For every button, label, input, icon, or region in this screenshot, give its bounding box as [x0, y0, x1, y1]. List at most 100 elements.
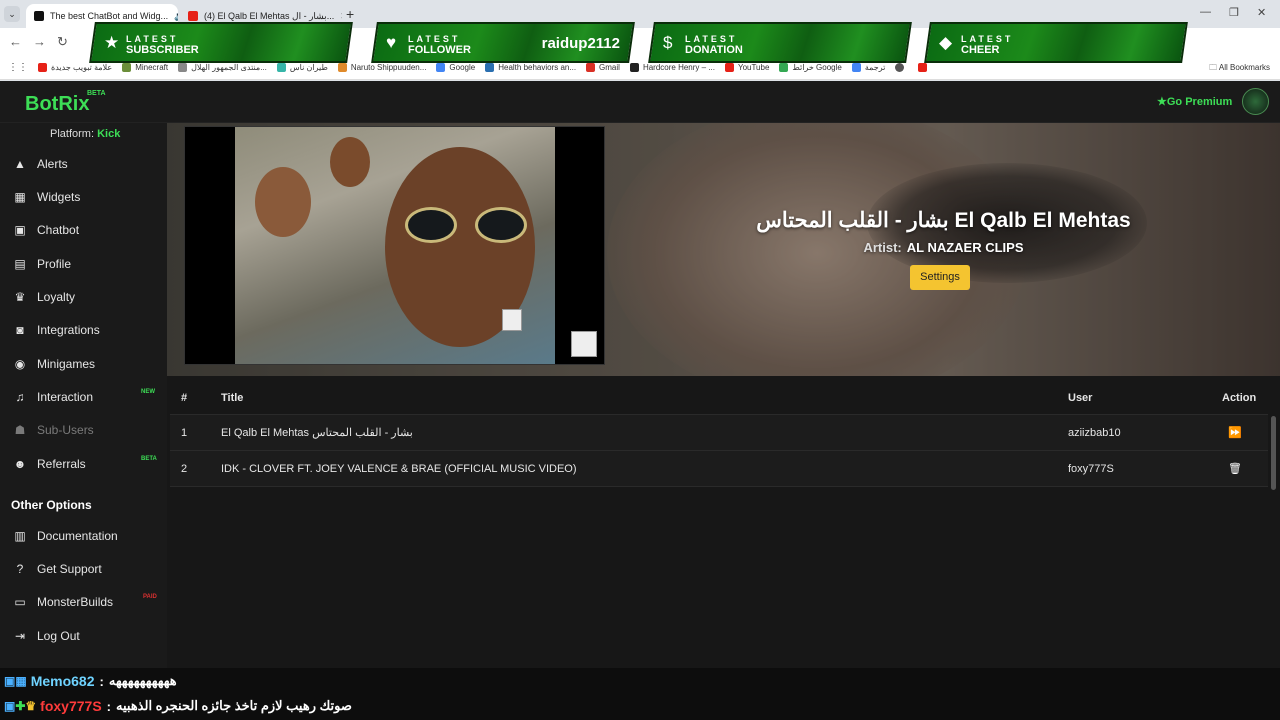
- bookmark-item[interactable]: Hardcore Henry – ...: [629, 63, 715, 72]
- platform-value: Kick: [97, 128, 121, 140]
- song-title: بشار - القلب المحتاس El Qalb El Mehtas: [756, 209, 1131, 232]
- sidebar-item-profile[interactable]: ▤ Profile: [0, 249, 167, 279]
- chat-separator: :: [106, 698, 111, 714]
- botrix-logo[interactable]: BotRix: [25, 93, 89, 116]
- bookmark-item[interactable]: طيران ناس: [276, 63, 328, 72]
- speaker-icon: 🔈: [174, 11, 178, 22]
- alert-label: LATEST: [685, 34, 738, 44]
- sunglasses: [405, 207, 535, 243]
- sidebar-item-widgets[interactable]: ▦ Widgets: [0, 182, 167, 212]
- youtube-favicon-icon: [38, 63, 47, 72]
- bookmark-item[interactable]: علامة تبويب جديدة: [38, 63, 112, 72]
- all-bookmarks[interactable]: 🗀 All Bookmarks: [1209, 62, 1270, 76]
- sidebar-item-get-support[interactable]: ? Get Support: [0, 554, 167, 584]
- close-window-icon[interactable]: ✕: [1257, 6, 1266, 19]
- health-favicon-icon: [485, 63, 495, 72]
- sidebar: Platform: Kick ▲ Alerts ▦ Widgets ▣ Chatbot…: [0, 123, 167, 668]
- minimize-icon[interactable]: —: [1200, 6, 1211, 18]
- go-premium-button[interactable]: ★Go Premium: [1157, 95, 1232, 108]
- sidebar-item-alerts[interactable]: ▲ Alerts: [0, 149, 167, 179]
- bookmark-item[interactable]: YouTube: [724, 63, 769, 72]
- sunglasses-lens: [405, 207, 457, 243]
- alert-label: LATEST: [126, 34, 179, 44]
- trophy-icon: ♛: [14, 290, 26, 304]
- skip-forward-icon[interactable]: ⏩: [1228, 415, 1242, 451]
- movie-favicon-icon: [629, 63, 639, 72]
- minecraft-favicon-icon: [122, 63, 132, 72]
- chat-badge-icon: ▣▦: [4, 674, 27, 688]
- youtube-favicon-icon: [724, 63, 734, 72]
- close-icon[interactable]: ✕: [340, 11, 342, 22]
- sidebar-item-referrals[interactable]: ☻ Referrals: [0, 449, 167, 479]
- sidebar-item-integrations[interactable]: ◙ Integrations: [0, 315, 167, 345]
- sidebar-item-minigames[interactable]: ◉ Minigames: [0, 349, 167, 379]
- user-avatar[interactable]: [1242, 88, 1269, 115]
- reload-icon[interactable]: ↻: [57, 34, 68, 50]
- sidebar-item-sub-users[interactable]: ☗ Sub-Users: [0, 415, 167, 445]
- forward-icon[interactable]: →: [33, 34, 46, 49]
- sidebar-item-monsterbuilds[interactable]: ▭ MonsterBuilds: [0, 587, 167, 617]
- grid-icon: ▦: [14, 190, 26, 204]
- restore-icon[interactable]: ❐: [1229, 6, 1239, 19]
- tab-search-icon[interactable]: ⌄: [4, 6, 20, 22]
- trash-icon[interactable]: 🗑: [1228, 451, 1242, 487]
- video-player[interactable]: [184, 126, 605, 365]
- sidebar-item-interaction[interactable]: ♫ Interaction: [0, 382, 167, 412]
- sidebar-item-chatbot[interactable]: ▣ Chatbot: [0, 215, 167, 245]
- laptop-icon: ▭: [14, 595, 26, 609]
- bookmark-item[interactable]: Google: [436, 63, 475, 72]
- video-person: [255, 167, 311, 237]
- bookmark-item[interactable]: Minecraft: [122, 63, 168, 72]
- naruto-favicon-icon: [337, 63, 347, 72]
- back-icon[interactable]: ←: [9, 34, 22, 49]
- video-person: [330, 137, 370, 187]
- beta-badge: BETA: [87, 90, 106, 97]
- bookmark-item[interactable]: ترجمة: [851, 63, 885, 72]
- chat-message: ▣✚♛ foxy777S : صوتك رهيب لازم تاخذ جائزه…: [4, 694, 352, 718]
- bookmark-item[interactable]: Naruto Shippuuden...: [337, 63, 426, 72]
- chat-text: ههههههههههه: [108, 673, 177, 688]
- latest-follower-alert: ♥ LATEST FOLLOWER raidup2112: [371, 22, 635, 63]
- google-favicon-icon: [436, 63, 446, 72]
- sidebar-item-loyalty[interactable]: ♛ Loyalty: [0, 282, 167, 312]
- gmail-favicon-icon: [586, 63, 596, 72]
- alert-type: DONATION: [685, 44, 743, 56]
- flynas-favicon-icon: [276, 63, 286, 72]
- document-icon: ▥: [14, 529, 26, 543]
- bookmark-item[interactable]: منتدى الجمهور الهلال...: [178, 63, 267, 72]
- new-tab-icon[interactable]: +: [346, 6, 354, 22]
- stream-chat-overlay: ▣▦ Memo682 : ههههههههههه ▣✚♛ foxy777S : …: [0, 668, 1280, 720]
- star-icon: ★: [1157, 96, 1167, 108]
- heart-icon: ♥: [386, 33, 397, 52]
- alert-type: FOLLOWER: [408, 44, 471, 56]
- latest-subscriber-alert: ★ LATEST SUBSCRIBER: [89, 22, 353, 63]
- tab-title: The best ChatBot and Widg...: [50, 11, 169, 21]
- bookmark-item[interactable]: [895, 63, 908, 72]
- id-card-icon: ▤: [14, 257, 26, 271]
- row-number: 2: [181, 463, 188, 475]
- dollar-icon: $: [663, 33, 673, 52]
- users-icon: ☗: [14, 423, 26, 437]
- bookmark-item[interactable]: خرائط Google: [779, 63, 842, 72]
- sidebar-item-documentation[interactable]: ▥ Documentation: [0, 521, 167, 551]
- latest-donation-alert: $ LATEST DONATION: [648, 22, 912, 63]
- channel-logo-icon: [571, 331, 597, 357]
- queue-scrollbar[interactable]: [1271, 416, 1276, 490]
- music-icon: ♫: [15, 390, 25, 404]
- youtube-favicon-icon: [918, 63, 928, 72]
- botrix-app: BotRix BETA ★Go Premium Platform: Kick ▲…: [0, 81, 1280, 720]
- bookmark-item[interactable]: Health behaviors an...: [485, 63, 576, 72]
- sidebar-item-log-out[interactable]: ⇥ Log Out: [0, 621, 167, 651]
- column-header: Title: [221, 392, 244, 404]
- bookmark-item[interactable]: Gmail: [586, 63, 620, 72]
- alert-value: raidup2112: [541, 35, 620, 52]
- alert-type: SUBSCRIBER: [126, 44, 199, 56]
- apps-icon[interactable]: ⋮⋮: [8, 62, 28, 73]
- settings-button[interactable]: Settings: [910, 265, 970, 290]
- maps-favicon-icon: [779, 63, 789, 72]
- chat-username: foxy777S: [40, 698, 102, 714]
- channel-watermark-icon: [502, 309, 522, 331]
- bookmark-item[interactable]: [918, 63, 931, 72]
- tab-title: (4) El Qalb El Mehtas بشار - ال...: [204, 10, 335, 21]
- app-header: BotRix BETA ★Go Premium: [0, 81, 1280, 123]
